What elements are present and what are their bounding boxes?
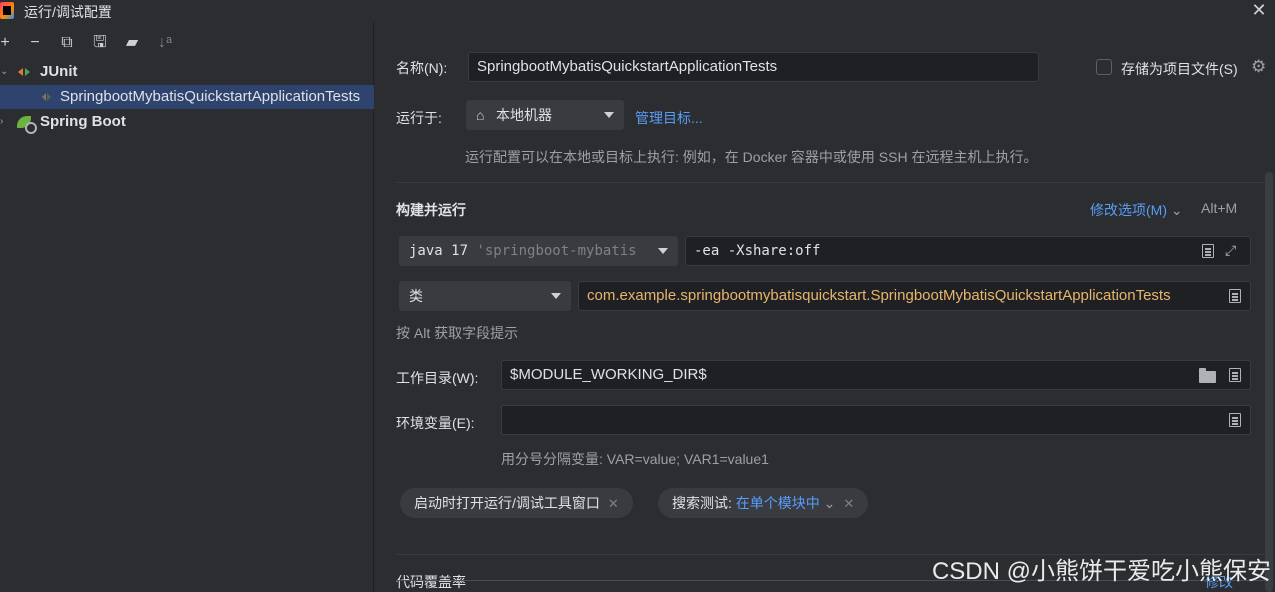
title-bar: 运行/调试配置 ✕ — [0, 0, 1275, 22]
env-vars-label: 环境变量(E): — [396, 415, 475, 431]
chevron-down-icon — [604, 112, 614, 118]
window-title: 运行/调试配置 — [24, 4, 112, 20]
store-as-project-file-label: 存储为项目文件(S) — [1121, 61, 1238, 77]
store-as-project-file-checkbox[interactable] — [1096, 59, 1112, 75]
watermark: CSDN @小熊饼干爱吃小熊保安 — [931, 558, 1271, 585]
modify-options-link[interactable]: 修改选项(M) ⌄ — [1090, 200, 1183, 220]
search-tests-chip[interactable]: 搜索测试: 在单个模块中 ⌄ ✕ — [658, 488, 869, 518]
manage-targets-link[interactable]: 管理目标... — [635, 108, 703, 128]
chip-label: 搜索测试: — [672, 495, 732, 511]
search-tests-value[interactable]: 在单个模块中 — [736, 495, 820, 511]
tree-item-junit[interactable]: ⌄ JUnit — [0, 60, 374, 84]
tree-item-label: SpringbootMybatisQuickstartApplicationTe… — [60, 88, 361, 105]
close-icon[interactable]: ✕ — [1251, 1, 1267, 19]
chevron-down-icon — [551, 293, 561, 299]
document-icon[interactable] — [1202, 244, 1214, 258]
jre-module: 'springboot-mybatis — [476, 243, 637, 259]
tree-item-label: JUnit — [40, 63, 78, 80]
junit-test-icon — [42, 91, 54, 103]
close-icon[interactable]: ✕ — [608, 496, 619, 511]
vm-options-input[interactable]: -ea -Xshare:off — [685, 236, 1251, 266]
configurations-toolbar: + − ⧉ 🖫 ▰ ↓ᵃ — [0, 22, 373, 62]
copy-icon[interactable]: ⧉ — [58, 34, 76, 52]
test-kind-select[interactable]: 类 — [399, 281, 571, 311]
jre-value: java 17 — [409, 243, 469, 259]
junit-icon — [18, 66, 32, 78]
name-label: 名称(N): — [396, 60, 448, 76]
name-input[interactable]: SpringbootMybatisQuickstartApplicationTe… — [468, 52, 1039, 82]
home-icon: ⌂ — [476, 107, 485, 123]
save-icon[interactable]: 🖫 — [91, 34, 109, 52]
gear-icon[interactable]: ⚙ — [1251, 58, 1266, 75]
run-on-hint: 运行配置可以在本地或目标上执行: 例如，在 Docker 容器中或使用 SSH … — [465, 149, 1038, 165]
remove-icon[interactable]: − — [26, 34, 44, 52]
expand-icon[interactable]: ⤢ — [1225, 243, 1239, 257]
run-on-label: 运行于: — [396, 110, 442, 126]
new-folder-icon[interactable]: ▰ — [123, 34, 141, 52]
tree-item-label: Spring Boot — [40, 113, 126, 130]
test-kind-value: 类 — [409, 288, 423, 304]
section-divider — [396, 182, 1266, 183]
jre-select[interactable]: java 17 'springboot-mybatis — [399, 236, 678, 266]
chevron-down-icon[interactable]: ⌄ — [824, 495, 836, 511]
working-dir-label: 工作目录(W): — [396, 370, 479, 386]
document-icon[interactable] — [1229, 289, 1241, 303]
class-input[interactable]: com.example.springbootmybatisquickstart.… — [578, 281, 1251, 311]
working-dir-input[interactable]: $MODULE_WORKING_DIR$ — [501, 360, 1251, 390]
chevron-down-icon: ⌄ — [1170, 202, 1183, 218]
chevron-right-icon[interactable]: › — [0, 110, 10, 134]
document-icon[interactable] — [1229, 413, 1241, 427]
spring-boot-icon — [17, 115, 37, 134]
env-vars-hint: 用分号分隔变量: VAR=value; VAR1=value1 — [501, 451, 769, 467]
configuration-editor: 名称(N): SpringbootMybatisQuickstartApplic… — [375, 22, 1275, 592]
chevron-down-icon[interactable]: ⌄ — [0, 60, 10, 84]
scrollbar[interactable] — [1265, 172, 1273, 592]
env-vars-input[interactable] — [501, 405, 1251, 435]
chevron-down-icon — [658, 248, 668, 254]
document-icon[interactable] — [1229, 368, 1241, 382]
chip-label: 启动时打开运行/调试工具窗口 — [414, 495, 600, 511]
coverage-title: 代码覆盖率 — [396, 574, 466, 590]
run-on-select[interactable]: ⌂ 本地机器 — [466, 100, 624, 130]
tree-item-test-config[interactable]: SpringbootMybatisQuickstartApplicationTe… — [0, 85, 374, 109]
configurations-panel: + − ⧉ 🖫 ▰ ↓ᵃ ⌄ JUnit SpringbootMybatisQu… — [0, 22, 374, 592]
add-icon[interactable]: + — [0, 34, 14, 52]
sort-icon[interactable]: ↓ᵃ — [156, 34, 174, 52]
modify-options-shortcut: Alt+M — [1201, 200, 1238, 216]
run-on-value: 本地机器 — [496, 107, 552, 123]
open-tool-window-chip[interactable]: 启动时打开运行/调试工具窗口 ✕ — [400, 488, 633, 518]
field-hint: 按 Alt 获取字段提示 — [396, 325, 519, 341]
tree-item-spring-boot[interactable]: › Spring Boot — [0, 110, 374, 134]
intellij-logo-icon — [0, 2, 14, 19]
folder-icon[interactable] — [1199, 368, 1216, 383]
close-icon[interactable]: ✕ — [843, 496, 854, 511]
build-run-title: 构建并运行 — [396, 202, 466, 218]
